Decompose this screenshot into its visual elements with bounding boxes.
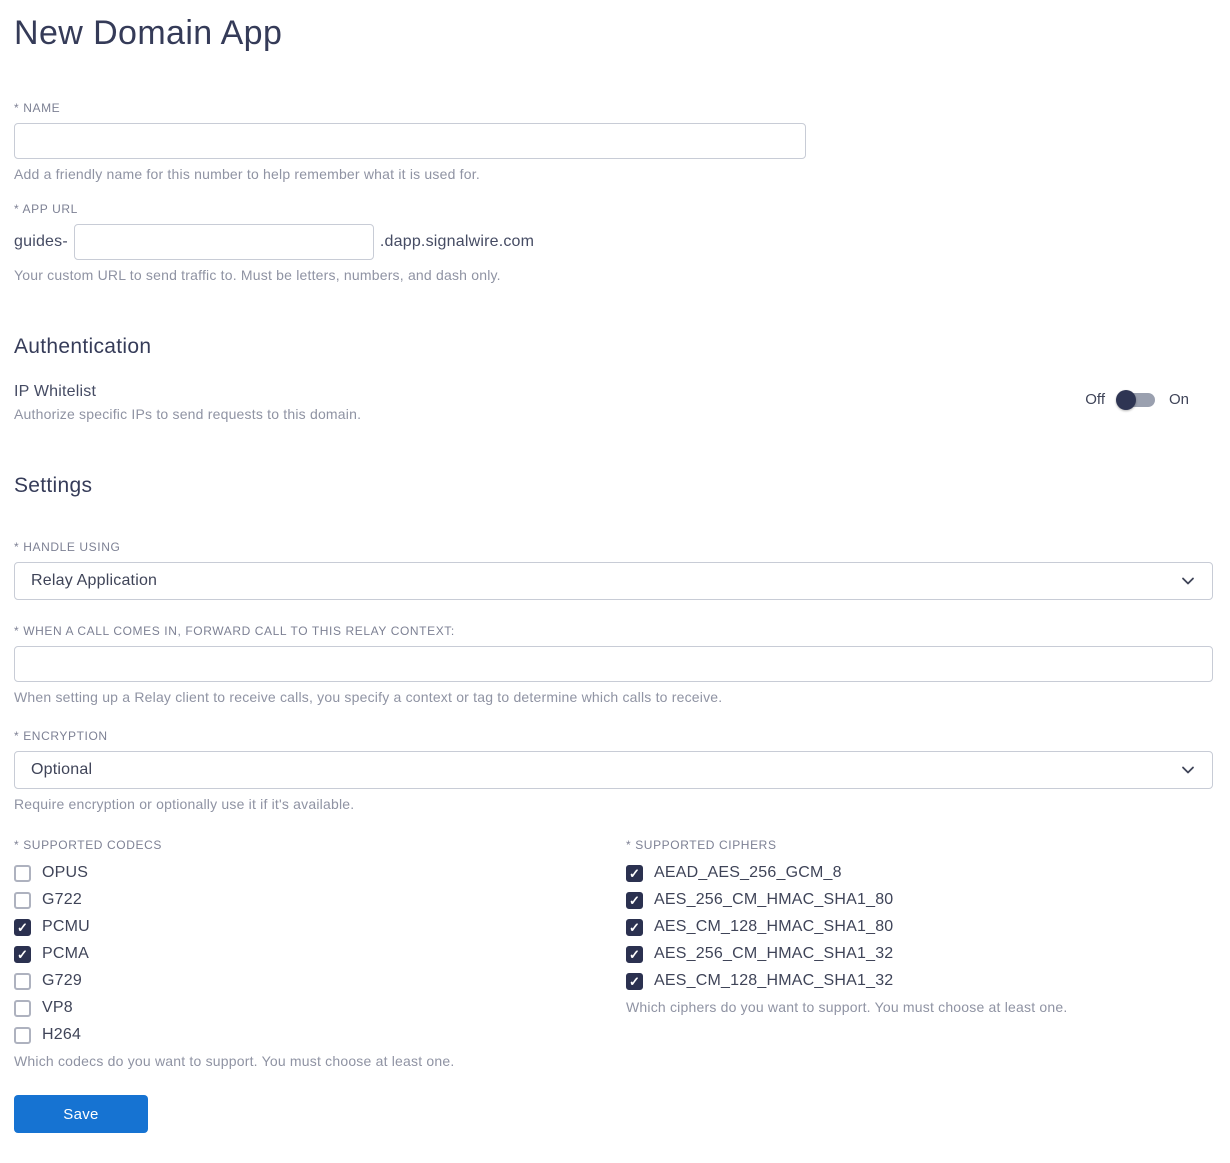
name-helper: Add a friendly name for this number to h… xyxy=(14,166,480,182)
toggle-knob-icon xyxy=(1115,389,1136,410)
name-field-group: * NAME Add a friendly name for this numb… xyxy=(14,101,1213,182)
authentication-heading: Authentication xyxy=(14,335,152,358)
checkbox-unchecked-icon[interactable] xyxy=(14,1026,31,1044)
checkbox-label: OPUS xyxy=(42,864,89,881)
checkbox-label: AEAD_AES_256_GCM_8 xyxy=(654,864,842,881)
encryption-select[interactable]: Optional xyxy=(14,751,1213,789)
ip-whitelist-helper: Authorize specific IPs to send requests … xyxy=(14,406,362,422)
supported-ciphers-group: * SUPPORTED CIPHERS ✓ AEAD_AES_256_GCM_8 ✓… xyxy=(626,838,1213,1069)
checkbox-item[interactable]: OPUS xyxy=(14,864,626,882)
checkbox-label: G722 xyxy=(42,891,82,908)
checkbox-checked-icon[interactable]: ✓ xyxy=(14,945,31,963)
codecs-ciphers-section: * SUPPORTED CODECS OPUS G722 ✓ PCMU ✓ PCMA G72… xyxy=(14,838,1213,1069)
checkbox-label: AES_CM_128_HMAC_SHA1_32 xyxy=(654,972,894,989)
supported-codecs-group: * SUPPORTED CODECS OPUS G722 ✓ PCMU ✓ PCMA G72… xyxy=(14,838,626,1069)
handle-using-value: Relay Application xyxy=(31,572,158,589)
encryption-label: * ENCRYPTION xyxy=(14,729,108,743)
chevron-down-icon xyxy=(1180,573,1196,589)
checkbox-unchecked-icon[interactable] xyxy=(14,891,31,909)
checkbox-checked-icon[interactable]: ✓ xyxy=(626,945,643,963)
app-url-label: * APP URL xyxy=(14,202,78,216)
checkbox-checked-icon[interactable]: ✓ xyxy=(626,918,643,936)
supported-codecs-label: * SUPPORTED CODECS xyxy=(14,838,162,852)
encryption-field-group: * ENCRYPTION Optional Require encryption… xyxy=(14,729,1213,812)
app-url-helper: Your custom URL to send traffic to. Must… xyxy=(14,267,501,283)
supported-ciphers-label: * SUPPORTED CIPHERS xyxy=(626,838,777,852)
name-label: * NAME xyxy=(14,101,61,115)
handle-using-select[interactable]: Relay Application xyxy=(14,562,1213,600)
checkbox-label: G729 xyxy=(42,972,82,989)
save-button[interactable]: Save xyxy=(14,1095,148,1133)
checkbox-item[interactable]: H264 xyxy=(14,1026,626,1044)
checkbox-item[interactable]: ✓ AES_256_CM_HMAC_SHA1_80 xyxy=(626,891,1213,909)
ip-whitelist-toggle[interactable] xyxy=(1115,389,1155,410)
checkbox-label: H264 xyxy=(42,1026,82,1043)
codec-list: OPUS G722 ✓ PCMU ✓ PCMA G729 VP8 H264 xyxy=(14,864,626,1044)
checkbox-unchecked-icon[interactable] xyxy=(14,972,31,990)
checkbox-item[interactable]: VP8 xyxy=(14,999,626,1017)
cipher-list: ✓ AEAD_AES_256_GCM_8 ✓ AES_256_CM_HMAC_SHA1… xyxy=(626,864,1213,990)
ip-whitelist-label: IP Whitelist xyxy=(14,383,97,400)
toggle-off-label: Off xyxy=(1085,391,1105,408)
checkbox-label: AES_256_CM_HMAC_SHA1_32 xyxy=(654,945,894,962)
relay-context-helper: When setting up a Relay client to receiv… xyxy=(14,689,723,705)
ip-whitelist-row: IP Whitelist Authorize specific IPs to s… xyxy=(14,383,1213,422)
app-url-row: guides- .dapp.signalwire.com xyxy=(14,224,1213,260)
checkbox-item[interactable]: ✓ AES_256_CM_HMAC_SHA1_32 xyxy=(626,945,1213,963)
handle-using-field-group: * HANDLE USING Relay Application xyxy=(14,540,1213,600)
app-url-prefix: guides- xyxy=(14,233,68,250)
ip-whitelist-text: IP Whitelist Authorize specific IPs to s… xyxy=(14,383,361,422)
checkbox-item[interactable]: G729 xyxy=(14,972,626,990)
checkbox-label: PCMA xyxy=(42,945,90,962)
checkbox-unchecked-icon[interactable] xyxy=(14,864,31,882)
name-input[interactable] xyxy=(14,123,806,159)
relay-context-field-group: * WHEN A CALL COMES IN, FORWARD CALL TO … xyxy=(14,624,1213,705)
settings-heading: Settings xyxy=(14,474,93,497)
checkbox-label: PCMU xyxy=(42,918,90,935)
checkbox-label: VP8 xyxy=(42,999,73,1016)
checkbox-label: AES_CM_128_HMAC_SHA1_80 xyxy=(654,918,894,935)
checkbox-label: AES_256_CM_HMAC_SHA1_80 xyxy=(654,891,894,908)
checkbox-checked-icon[interactable]: ✓ xyxy=(626,972,643,990)
app-url-input[interactable] xyxy=(73,224,374,260)
checkbox-item[interactable]: ✓ PCMU xyxy=(14,918,626,936)
toggle-on-label: On xyxy=(1168,391,1189,408)
checkbox-item[interactable]: ✓ AES_CM_128_HMAC_SHA1_32 xyxy=(626,972,1213,990)
codecs-helper: Which codecs do you want to support. You… xyxy=(14,1053,455,1069)
checkbox-checked-icon[interactable]: ✓ xyxy=(626,891,643,909)
relay-context-input[interactable] xyxy=(14,646,1213,682)
chevron-down-icon xyxy=(1180,762,1196,778)
app-url-suffix: .dapp.signalwire.com xyxy=(379,233,535,250)
checkbox-item[interactable]: ✓ AES_CM_128_HMAC_SHA1_80 xyxy=(626,918,1213,936)
checkbox-unchecked-icon[interactable] xyxy=(14,999,31,1017)
checkbox-item[interactable]: G722 xyxy=(14,891,626,909)
checkbox-checked-icon[interactable]: ✓ xyxy=(626,864,643,882)
ciphers-helper: Which ciphers do you want to support. Yo… xyxy=(626,999,1068,1015)
page-title: New Domain App xyxy=(14,14,283,52)
checkbox-checked-icon[interactable]: ✓ xyxy=(14,918,31,936)
app-url-field-group: * APP URL guides- .dapp.signalwire.com Y… xyxy=(14,202,1213,283)
encryption-helper: Require encryption or optionally use it … xyxy=(14,796,355,812)
encryption-value: Optional xyxy=(31,761,93,778)
relay-context-label: * WHEN A CALL COMES IN, FORWARD CALL TO … xyxy=(14,624,455,638)
checkbox-item[interactable]: ✓ AEAD_AES_256_GCM_8 xyxy=(626,864,1213,882)
new-domain-app-page: New Domain App * NAME Add a friendly nam… xyxy=(0,0,1230,1163)
handle-using-label: * HANDLE USING xyxy=(14,540,121,554)
checkbox-item[interactable]: ✓ PCMA xyxy=(14,945,626,963)
ip-whitelist-toggle-group: Off On xyxy=(1085,389,1189,410)
